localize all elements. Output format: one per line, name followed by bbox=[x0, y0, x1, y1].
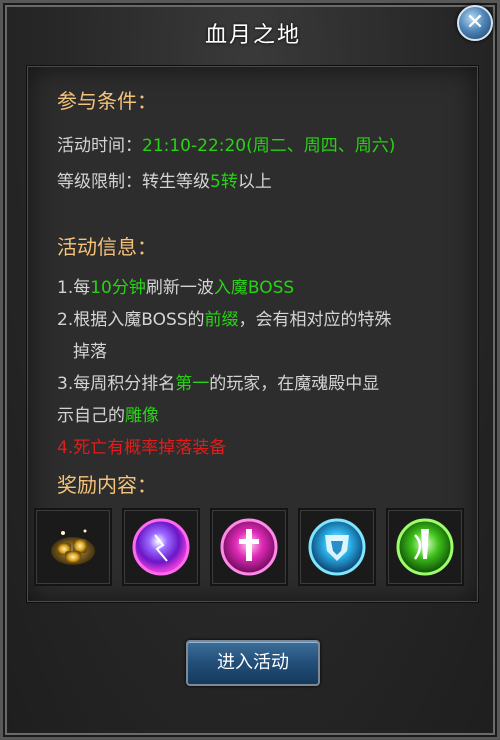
event-window: 血月之地 ✕ 参与条件： 活动时间：21:10-22:20(周二、周四、周六) … bbox=[0, 0, 500, 740]
level-limit-line: 等级限制：转生等级5转以上 bbox=[57, 167, 272, 192]
info-line-1-c: 刷新一波 bbox=[145, 278, 214, 298]
level-suffix: 以上 bbox=[237, 172, 272, 192]
reward-slot[interactable] bbox=[122, 508, 200, 586]
info-line-3: 3.每周积分排名第一的玩家，在魔魂殿中显 bbox=[57, 369, 379, 394]
reward-slot[interactable] bbox=[210, 508, 288, 586]
gold-ingots-icon bbox=[51, 529, 95, 565]
info-line-4: 4.死亡有概率掉落装备 bbox=[57, 438, 227, 458]
conditions-heading: 参与条件： bbox=[57, 89, 157, 113]
rewards-row bbox=[34, 508, 474, 590]
info-line-2-c: ，会有相对应的特殊 bbox=[238, 310, 392, 330]
reward-slot[interactable] bbox=[386, 508, 464, 586]
info-line-3-a: 3.每周积分排名 bbox=[57, 374, 176, 394]
reward-slot[interactable] bbox=[34, 508, 112, 586]
event-time-line: 活动时间：21:10-22:20(周二、周四、周六) bbox=[57, 131, 395, 156]
info-line-3-e: 雕像 bbox=[125, 406, 159, 426]
info-line-3-cont: 示自己的雕像 bbox=[57, 401, 159, 426]
enter-activity-button[interactable]: 进入活动 bbox=[186, 640, 320, 686]
rewards-heading: 奖励内容： bbox=[57, 473, 157, 497]
pink-sword-orb-icon bbox=[220, 518, 278, 576]
info-line-2-b: 前缀 bbox=[204, 310, 239, 330]
green-blade-orb-icon bbox=[396, 518, 454, 576]
info-line-2-a: 2.根据入魔BOSS的 bbox=[57, 310, 205, 330]
info-line-3-d: 示自己的 bbox=[57, 406, 125, 426]
event-time-label: 活动时间： bbox=[57, 136, 142, 156]
info-line-2: 2.根据入魔BOSS的前缀，会有相对应的特殊 bbox=[57, 305, 392, 330]
info-heading: 活动信息： bbox=[57, 235, 157, 259]
level-limit-label: 等级限制： bbox=[57, 172, 142, 192]
event-time-value: 21:10-22:20(周二、周四、周六) bbox=[142, 136, 396, 156]
info-line-1: 1.每10分钟刷新一波入魔BOSS bbox=[57, 273, 294, 298]
level-prefix: 转生等级 bbox=[142, 172, 210, 192]
info-line-2-cont: 掉落 bbox=[73, 342, 107, 362]
info-line-1-a: 1.每 bbox=[57, 278, 91, 298]
level-highlight: 5转 bbox=[210, 172, 238, 192]
blue-shield-orb-icon bbox=[308, 518, 366, 576]
close-icon[interactable]: ✕ bbox=[457, 5, 493, 41]
reward-slot[interactable] bbox=[298, 508, 376, 586]
info-line-3-b: 第一 bbox=[175, 374, 210, 394]
purple-orb-icon bbox=[132, 518, 190, 576]
info-line-1-b: 10分钟 bbox=[90, 278, 146, 298]
window-title: 血月之地 bbox=[204, 23, 301, 48]
info-line-3-c: 的玩家，在魔魂殿中显 bbox=[209, 374, 380, 394]
info-line-1-d: 入魔BOSS bbox=[213, 278, 295, 298]
